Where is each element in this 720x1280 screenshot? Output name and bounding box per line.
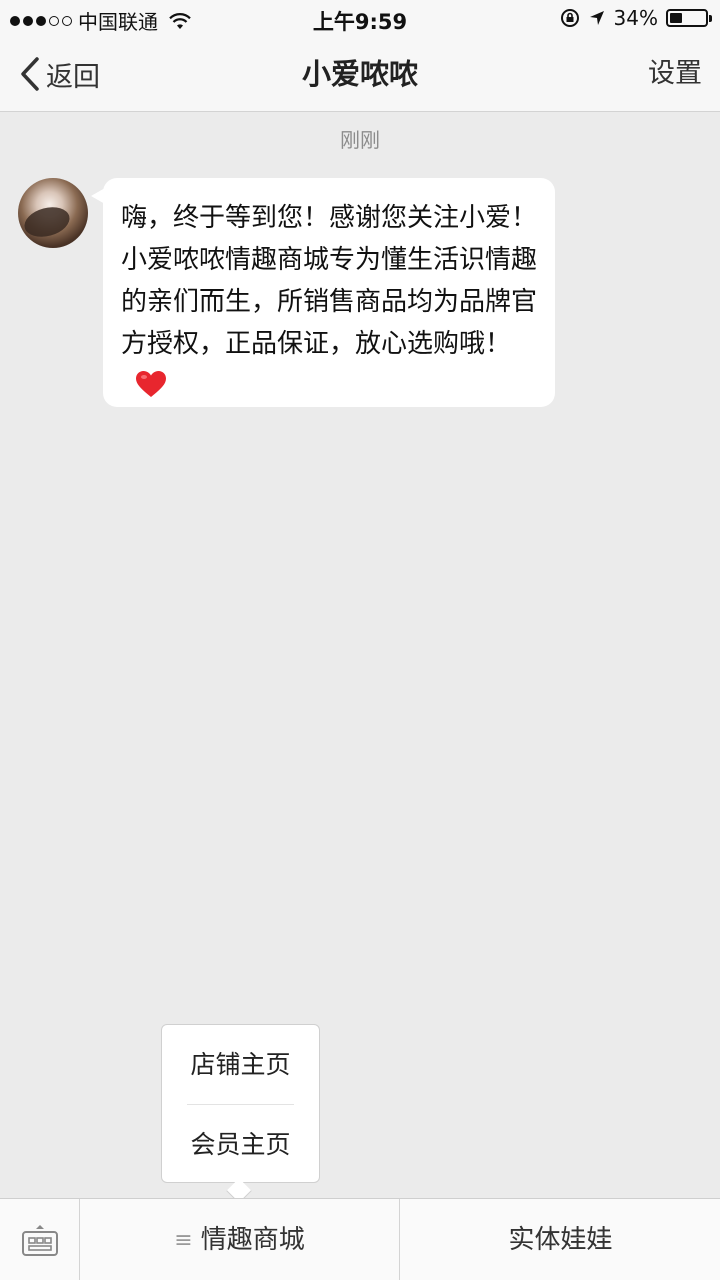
keyboard-icon: [21, 1225, 58, 1256]
menu-button-mall[interactable]: ≡ 情趣商城: [80, 1199, 400, 1280]
chat-screen: 中国联通 上午9:59 34% 返回 小爱哝哝 设置 刚刚 嗨，终于等到您！感谢…: [0, 0, 720, 1280]
menu-item-shop-home[interactable]: 店铺主页: [162, 1025, 319, 1104]
settings-button[interactable]: 设置: [648, 36, 702, 112]
status-bar: 中国联通 上午9:59 34%: [0, 0, 720, 36]
message-text: 嗨，终于等到您！感谢您关注小爱！小爱哝哝情趣商城专为懂生活识情趣的亲们而生，所销…: [121, 203, 538, 359]
message-timestamp: 刚刚: [340, 128, 380, 152]
list-icon: ≡: [174, 1228, 193, 1253]
mall-submenu-popup: 店铺主页 会员主页: [161, 1024, 320, 1183]
heart-icon: [136, 371, 166, 397]
menu-item-member-home[interactable]: 会员主页: [162, 1105, 319, 1184]
page-title: 小爱哝哝: [301, 57, 418, 91]
battery-level: [670, 13, 682, 23]
avatar[interactable]: [18, 178, 88, 248]
chevron-left-icon: [21, 57, 39, 91]
location-arrow-icon: [589, 11, 604, 25]
menu-button-doll[interactable]: 实体娃娃: [401, 1199, 720, 1280]
bottom-menu-bar: ≡ 情趣商城 实体娃娃: [0, 1198, 720, 1280]
menu-button-mall-label: 情趣商城: [200, 1225, 305, 1255]
rotation-lock-icon: [560, 9, 579, 27]
keyboard-toggle-button[interactable]: [0, 1199, 80, 1280]
back-label: 返回: [46, 61, 100, 93]
battery-icon: [666, 9, 712, 27]
back-button[interactable]: 返回: [18, 36, 100, 112]
message-bubble: 嗨，终于等到您！感谢您关注小爱！小爱哝哝情趣商城专为懂生活识情趣的亲们而生，所销…: [91, 178, 555, 407]
status-right: 34%: [560, 6, 712, 30]
nav-bar: 返回 小爱哝哝 设置: [0, 36, 720, 112]
battery-percent: 34%: [613, 6, 658, 30]
